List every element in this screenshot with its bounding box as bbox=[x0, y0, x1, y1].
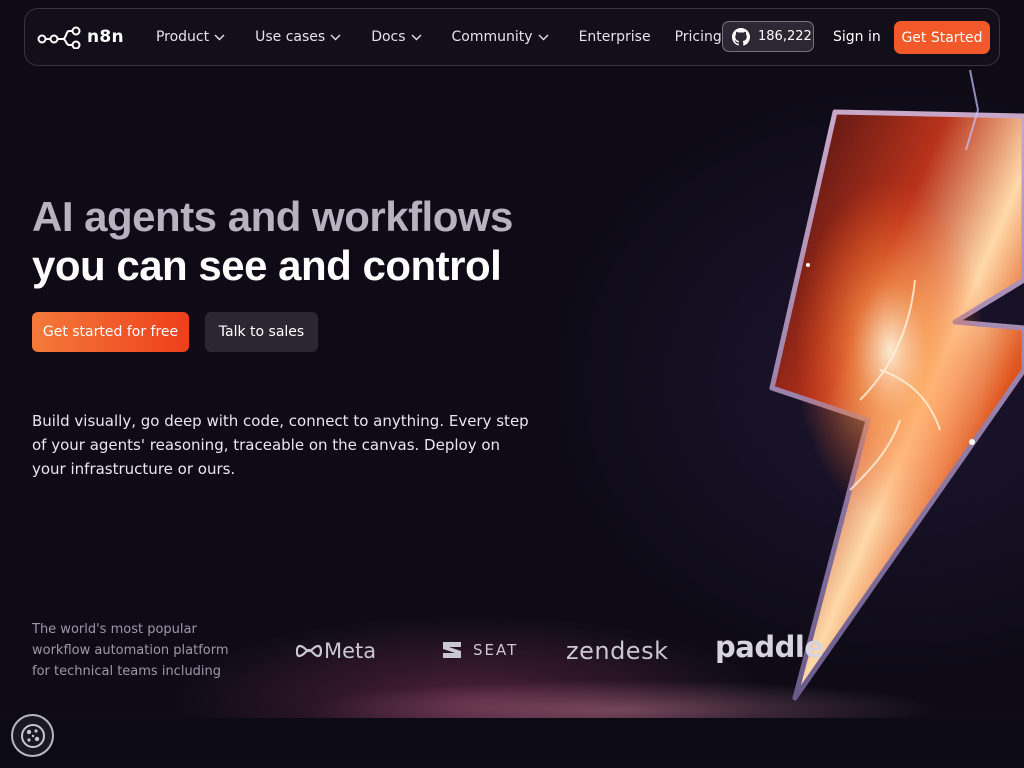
chevron-down-icon bbox=[538, 34, 549, 40]
menu-label: Enterprise bbox=[578, 29, 651, 45]
hero-background bbox=[0, 0, 1024, 720]
chevron-down-icon bbox=[411, 34, 422, 40]
menu-item-enterprise[interactable]: Enterprise bbox=[579, 29, 651, 45]
github-stars-button[interactable]: 186,222 bbox=[722, 21, 814, 52]
zendesk-logo: zendesk bbox=[566, 637, 669, 665]
seat-logo-text: SEAT bbox=[473, 641, 519, 659]
hero-title-line-1: AI agents and workflows bbox=[32, 193, 513, 240]
menu-item-product[interactable]: Product bbox=[156, 29, 225, 45]
menu-label: Use cases bbox=[255, 29, 326, 45]
chevron-down-icon bbox=[330, 34, 341, 40]
n8n-logo[interactable]: n8n bbox=[37, 25, 124, 49]
seat-logo: SEAT bbox=[441, 640, 518, 660]
github-icon bbox=[732, 27, 750, 46]
meta-logo-text: Meta bbox=[324, 639, 377, 663]
get-started-free-button[interactable]: Get started for free bbox=[32, 312, 189, 352]
cookie-settings-button[interactable] bbox=[11, 714, 54, 757]
github-star-count: 186,222 bbox=[758, 29, 812, 44]
page-bottom-band bbox=[0, 718, 1024, 768]
menu-label: Pricing bbox=[674, 29, 722, 45]
menu-item-pricing[interactable]: Pricing bbox=[675, 29, 722, 45]
menu-item-docs[interactable]: Docs bbox=[371, 29, 422, 45]
talk-to-sales-button[interactable]: Talk to sales bbox=[205, 312, 318, 352]
cookie-icon bbox=[20, 723, 45, 748]
hero-title-line-2: you can see and control bbox=[32, 242, 502, 289]
seat-s-icon bbox=[443, 642, 461, 658]
hero-description: Build visually, go deep with code, conne… bbox=[32, 412, 529, 478]
menu-label: Product bbox=[155, 29, 210, 45]
menu-item-community[interactable]: Community bbox=[452, 29, 549, 45]
chevron-down-icon bbox=[214, 34, 225, 40]
n8n-logo-icon bbox=[37, 26, 81, 49]
sign-in-link[interactable]: Sign in bbox=[833, 29, 881, 45]
trust-statement: The world's most popular workflow automa… bbox=[32, 622, 229, 679]
menu-label: Community bbox=[451, 29, 533, 45]
get-started-button[interactable]: Get Started bbox=[894, 21, 990, 54]
meta-logo: Meta bbox=[296, 639, 376, 663]
meta-infinity-icon bbox=[296, 644, 322, 658]
menu-item-use-cases[interactable]: Use cases bbox=[255, 29, 341, 45]
hero-title: AI agents and workflows you can see and … bbox=[32, 192, 513, 290]
logo-text: n8n bbox=[87, 27, 124, 47]
lightning-bolt-illustration bbox=[769, 70, 1024, 701]
menu-label: Docs bbox=[371, 29, 406, 45]
paddle-logo: paddle bbox=[715, 630, 824, 664]
main-menu: Product Use cases Docs Community Enterpr… bbox=[156, 29, 746, 45]
top-navigation: n8n Product Use cases Docs Community Ent… bbox=[24, 8, 1000, 66]
